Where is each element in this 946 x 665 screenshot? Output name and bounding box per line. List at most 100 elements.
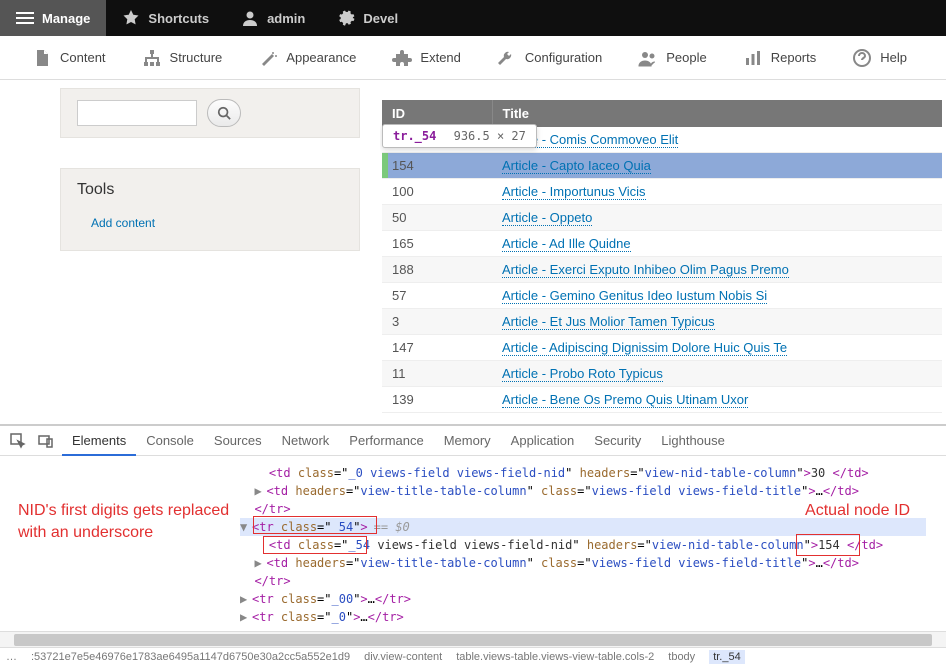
devtools-tab-network[interactable]: Network: [272, 427, 340, 455]
table-row[interactable]: 100Article - Importunus Vicis: [382, 179, 942, 205]
structure-icon: [142, 48, 162, 68]
search-icon: [217, 106, 231, 120]
cell-id: 154: [382, 153, 492, 179]
extend-link[interactable]: Extend: [374, 36, 478, 79]
add-content-link[interactable]: Add content: [77, 216, 155, 230]
breadcrumb-item[interactable]: :53721e7e5e46976e1783ae6495a1147d6750e30…: [31, 651, 350, 663]
devtools-tab-performance[interactable]: Performance: [339, 427, 433, 455]
cell-title: Article - Gemino Genitus Ideo Iustum Nob…: [492, 283, 942, 309]
table-row[interactable]: 50 Article - Oppeto: [382, 205, 942, 231]
article-link[interactable]: Article - Gemino Genitus Ideo Iustum Nob…: [502, 288, 767, 304]
puzzle-icon: [392, 48, 412, 68]
structure-link[interactable]: Structure: [124, 36, 241, 79]
table-row[interactable]: 139 Article - Bene Os Premo Quis Utinam U…: [382, 387, 942, 413]
cell-title: Article - Probo Roto Typicus: [492, 361, 942, 387]
annotation-right: Actual node ID: [805, 500, 910, 522]
reports-link[interactable]: Reports: [725, 36, 835, 79]
search-button[interactable]: [207, 99, 241, 127]
dom-breadcrumb[interactable]: … :53721e7e5e46976e1783ae6495a1147d6750e3…: [0, 647, 946, 665]
cell-id: 139: [382, 387, 492, 413]
article-link[interactable]: Article - Et Jus Molior Tamen Typicus: [502, 314, 715, 330]
user-label: admin: [267, 11, 305, 26]
article-link[interactable]: Article - Ad Ille Quidne: [502, 236, 631, 252]
devel-label: Devel: [363, 11, 398, 26]
article-link[interactable]: Article - Capto Iaceo Quia: [502, 158, 651, 174]
col-title[interactable]: Title: [492, 100, 942, 127]
cell-id: 50: [382, 205, 492, 231]
shortcuts-label: Shortcuts: [148, 11, 209, 26]
file-icon: [32, 48, 52, 68]
star-icon: [122, 9, 140, 27]
devtools-tabs: ElementsConsoleSourcesNetworkPerformance…: [0, 426, 946, 456]
content-link[interactable]: Content: [14, 36, 124, 79]
table-row[interactable]: 11Article - Probo Roto Typicus: [382, 361, 942, 387]
cell-title: Article - Bene Os Premo Quis Utinam Uxor: [492, 387, 942, 413]
col-id[interactable]: ID: [382, 100, 492, 127]
table-row[interactable]: 57Article - Gemino Genitus Ideo Iustum N…: [382, 283, 942, 309]
inspect-tooltip: tr._54 936.5 × 27: [382, 124, 537, 148]
help-link[interactable]: Help: [834, 36, 925, 79]
cell-id: 165: [382, 231, 492, 257]
wand-icon: [258, 48, 278, 68]
search-input[interactable]: [77, 100, 197, 126]
cell-title: Article - Comis Commoveo Elit: [492, 127, 942, 153]
chart-icon: [743, 48, 763, 68]
article-link[interactable]: Article - Exerci Exputo Inhibeo Olim Pag…: [502, 262, 789, 278]
cell-title: Article - Capto Iaceo Quia: [492, 153, 942, 179]
table-row[interactable]: 3 Article - Et Jus Molior Tamen Typicus: [382, 309, 942, 335]
cell-title: Article - Importunus Vicis: [492, 179, 942, 205]
cell-title: Article - Oppeto: [492, 205, 942, 231]
devtools-tab-security[interactable]: Security: [584, 427, 651, 455]
inspect-icon[interactable]: [10, 433, 26, 449]
people-icon: [638, 48, 658, 68]
appearance-link[interactable]: Appearance: [240, 36, 374, 79]
article-link[interactable]: Article - Bene Os Premo Quis Utinam Uxor: [502, 392, 748, 408]
manage-label: Manage: [42, 11, 90, 26]
devtools-tab-lighthouse[interactable]: Lighthouse: [651, 427, 735, 455]
devel-menu[interactable]: Devel: [321, 0, 414, 36]
gear-icon: [337, 9, 355, 27]
table-row[interactable]: 165 Article - Ad Ille Quidne: [382, 231, 942, 257]
devtools-tab-application[interactable]: Application: [501, 427, 585, 455]
annotation-left: NID's first digits gets replaced with an…: [18, 500, 238, 544]
cell-id: 3: [382, 309, 492, 335]
article-link[interactable]: Article - Oppeto: [502, 210, 592, 226]
manage-menu[interactable]: Manage: [0, 0, 106, 36]
breadcrumb-item[interactable]: tbody: [668, 651, 695, 663]
tooltip-selector: tr._54: [393, 129, 436, 143]
configuration-link[interactable]: Configuration: [479, 36, 620, 79]
devtools-tab-console[interactable]: Console: [136, 427, 204, 455]
breadcrumb-item[interactable]: div.view-content: [364, 651, 442, 663]
cell-title: Article - Ad Ille Quidne: [492, 231, 942, 257]
breadcrumb-item[interactable]: tr._54: [709, 650, 745, 664]
device-icon[interactable]: [38, 433, 54, 449]
cell-title: Article - Adipiscing Dignissim Dolore Hu…: [492, 335, 942, 361]
tools-block: Tools Add content: [60, 168, 360, 251]
user-menu[interactable]: admin: [225, 0, 321, 36]
article-link[interactable]: Article - Probo Roto Typicus: [502, 366, 663, 382]
shortcuts-menu[interactable]: Shortcuts: [106, 0, 225, 36]
content-region: tr._54 936.5 × 27 ID Title Article - Com…: [380, 80, 946, 424]
article-link[interactable]: Article - Adipiscing Dignissim Dolore Hu…: [502, 340, 787, 356]
people-link[interactable]: People: [620, 36, 724, 79]
wrench-icon: [497, 48, 517, 68]
table-row[interactable]: 188Article - Exerci Exputo Inhibeo Olim …: [382, 257, 942, 283]
toolbar: Manage Shortcuts admin Devel: [0, 0, 946, 36]
devtools-tab-sources[interactable]: Sources: [204, 427, 272, 455]
hamburger-icon: [16, 9, 34, 27]
cell-title: Article - Et Jus Molior Tamen Typicus: [492, 309, 942, 335]
devtools-tab-elements[interactable]: Elements: [62, 427, 136, 456]
user-icon: [241, 9, 259, 27]
breadcrumb-item[interactable]: …: [6, 651, 17, 663]
admin-menu: Content Structure Appearance Extend Conf…: [0, 36, 946, 80]
tooltip-dimensions: 936.5 × 27: [454, 129, 526, 143]
breadcrumb-item[interactable]: table.views-table.views-view-table.cols-…: [456, 651, 654, 663]
tools-heading: Tools: [77, 181, 343, 199]
article-link[interactable]: Article - Importunus Vicis: [502, 184, 646, 200]
cell-id: 147: [382, 335, 492, 361]
search-block: [60, 88, 360, 138]
horizontal-scrollbar[interactable]: [0, 631, 946, 647]
devtools-tab-memory[interactable]: Memory: [434, 427, 501, 455]
table-row[interactable]: 154 Article - Capto Iaceo Quia: [382, 153, 942, 179]
table-row[interactable]: 147 Article - Adipiscing Dignissim Dolore…: [382, 335, 942, 361]
